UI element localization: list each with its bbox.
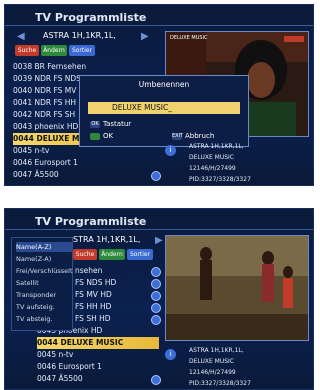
- info-frequency: 12146/H/27499: [189, 369, 236, 376]
- tab-edit[interactable]: Ändern: [41, 45, 67, 56]
- cancel-option[interactable]: EXIT Abbruch: [172, 132, 214, 140]
- tab-search[interactable]: Suche: [15, 45, 39, 56]
- page-title: TV Programmliste: [35, 215, 147, 228]
- info-pid: PID:3327/3328/3327: [189, 176, 251, 183]
- tab-sort[interactable]: Sortier: [127, 249, 153, 260]
- green-key-icon: [90, 132, 100, 140]
- cancel-label: Abbruch: [185, 132, 215, 140]
- channel-row[interactable]: 0046 Eurosport 1: [13, 157, 153, 169]
- info-pid: PID:3327/3328/3327: [189, 380, 251, 387]
- channel-row[interactable]: nsehen: [75, 265, 159, 277]
- hd-icon: [151, 315, 161, 325]
- info-icon: i: [165, 145, 176, 156]
- sort-option[interactable]: Transponder: [16, 290, 72, 300]
- sort-option[interactable]: TV absteig.: [16, 314, 72, 324]
- ok-label: OK: [103, 132, 114, 140]
- channel-logo: DELUXE MUSIC: [170, 35, 208, 41]
- tab-search[interactable]: Suche: [73, 249, 97, 260]
- rename-input[interactable]: DELUXE MUSIC_: [88, 102, 240, 114]
- channel-row[interactable]: 0047 Ä5500: [37, 373, 159, 385]
- hd-icon: [151, 303, 161, 313]
- video-preview: [165, 235, 309, 341]
- info-channel: DELUXE MUSIC: [189, 154, 234, 161]
- video-frame: [166, 236, 308, 340]
- screen-rename-dialog: TV Programmliste ◀ ASTRA 1H,1KR,1L, ▶ Su…: [4, 4, 314, 186]
- ok-option[interactable]: OK: [90, 132, 113, 140]
- hd-icon: [151, 291, 161, 301]
- info-icon: i: [165, 349, 176, 360]
- rename-dialog: Umbenennen DELUXE MUSIC_ OK Tastatur OK E…: [79, 75, 249, 147]
- keyboard-label: Tastatur: [103, 120, 132, 128]
- satellite-selector[interactable]: ◀ ASTRA 1H,1KR,1L, ▶: [13, 31, 153, 45]
- exit-key-icon: EXIT: [172, 132, 184, 140]
- info-frequency: 12146/H/27499: [189, 165, 236, 172]
- sort-option[interactable]: Frei/Verschlüsselt: [16, 266, 73, 276]
- channel-info: ASTRA 1H,1KR,1L, DELUXE MUSIC 12146/H/27…: [189, 345, 251, 389]
- hd-icon: [151, 279, 161, 289]
- hd-icon: [151, 375, 161, 385]
- channel-row[interactable]: 0046 Eurosport 1: [37, 361, 159, 373]
- channel-row[interactable]: 0047 Ä5500: [13, 169, 153, 181]
- chevron-right-icon[interactable]: ▶: [141, 31, 149, 42]
- sort-option[interactable]: Name(Z-A): [16, 254, 72, 264]
- channel-info: ASTRA 1H,1KR,1L, DELUXE MUSIC 12146/H/27…: [189, 141, 251, 185]
- info-channel: DELUXE MUSIC: [189, 358, 234, 365]
- tab-edit[interactable]: Ändern: [99, 249, 125, 260]
- channel-row[interactable]: FS MV HD: [75, 289, 159, 301]
- chevron-right-icon[interactable]: ▶: [155, 235, 163, 246]
- channel-row[interactable]: FS HH HD: [75, 301, 159, 313]
- info-satellite: ASTRA 1H,1KR,1L,: [189, 143, 244, 150]
- satellite-name: ASTRA 1H,1KR,1L,: [43, 31, 116, 40]
- channel-row-selected[interactable]: 0044 DELUXE MUSIC: [37, 337, 159, 349]
- tab-sort[interactable]: Sortier: [69, 45, 95, 56]
- screen-sort-menu: TV Programmliste STRA 1H,1KR,1L, ▶ Suche…: [4, 208, 314, 390]
- sort-option-selected[interactable]: Name(A-Z): [16, 242, 72, 252]
- title-divider: [5, 229, 313, 230]
- satellite-name: STRA 1H,1KR,1L,: [73, 235, 141, 244]
- title-divider: [5, 25, 313, 26]
- keyboard-option[interactable]: OK Tastatur: [90, 120, 131, 128]
- hd-icon: [151, 267, 161, 277]
- channel-row[interactable]: 0038 BR Fernsehen: [13, 61, 153, 73]
- channel-row[interactable]: FS SH HD: [75, 313, 159, 325]
- chevron-left-icon[interactable]: ◀: [17, 31, 25, 42]
- page-title: TV Programmliste: [35, 11, 147, 24]
- channel-row[interactable]: FS NDS HD: [75, 277, 159, 289]
- sort-option[interactable]: TV aufsteig.: [16, 302, 72, 312]
- sort-menu: Name(A-Z) Name(Z-A) Frei/Verschlüsselt S…: [11, 237, 73, 331]
- hd-icon: [151, 171, 161, 181]
- ok-key-icon: OK: [90, 120, 100, 128]
- channel-row[interactable]: 0045 n-tv: [37, 349, 159, 361]
- info-satellite: ASTRA 1H,1KR,1L,: [189, 347, 244, 354]
- sort-option[interactable]: Satellit: [16, 278, 72, 288]
- dialog-title: Umbenennen: [138, 80, 190, 89]
